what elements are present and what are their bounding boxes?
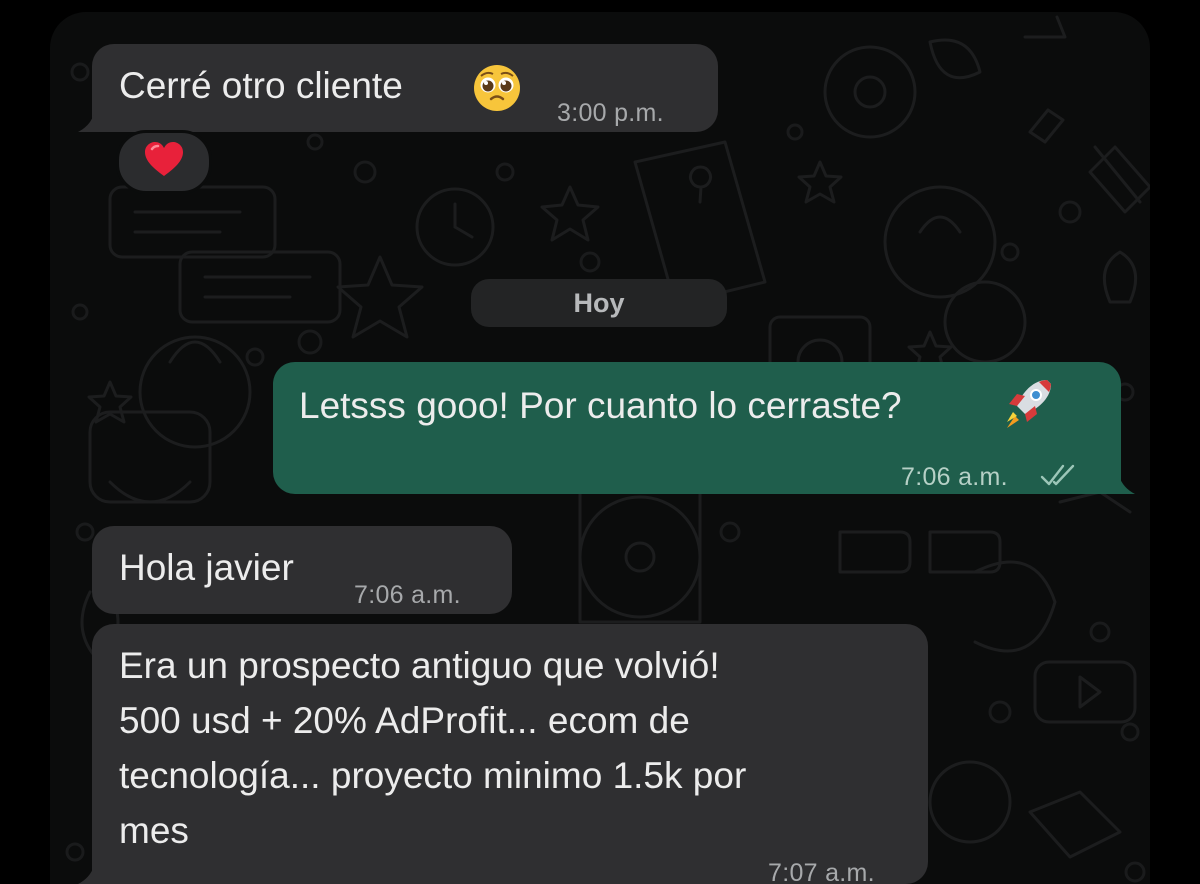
red-heart-icon: [144, 141, 184, 183]
message-timestamp: 7:06 a.m.: [901, 463, 1008, 491]
message-text: Cerré otro cliente: [119, 65, 403, 106]
message-line: 500 usd + 20% AdProfit... ecom de: [119, 700, 690, 741]
bubble-tail: [78, 114, 94, 132]
message-bubble-outgoing[interactable]: Letsss gooo! Por cuanto lo cerraste? 7:0…: [273, 362, 1135, 494]
message-timestamp: 7:06 a.m.: [354, 581, 461, 609]
conversation-view[interactable]: Cerré otro cliente 3:00 p.m. Hoy Letsss …: [50, 12, 1150, 884]
message-timestamp: 7:07 a.m.: [768, 859, 875, 884]
read-double-check-icon: [1039, 448, 1081, 503]
message-line: Era un prospecto antiguo que volvió!: [119, 645, 720, 686]
reaction-badge[interactable]: [116, 130, 212, 194]
message-line: mes: [119, 810, 189, 851]
message-bubble-incoming[interactable]: Era un prospecto antiguo que volvió! 500…: [78, 624, 928, 884]
chat-screen: Cerré otro cliente 3:00 p.m. Hoy Letsss …: [0, 0, 1200, 884]
rocket-emoji-icon: [1001, 376, 1055, 445]
message-text: Letsss gooo! Por cuanto lo cerraste?: [299, 385, 902, 426]
bubble-tail: [1119, 476, 1135, 494]
message-text: Era un prospecto antiguo que volvió! 500…: [119, 638, 746, 858]
message-bubble-incoming[interactable]: Hola javier 7:06 a.m.: [92, 526, 512, 614]
date-separator: Hoy: [471, 279, 727, 327]
message-line: tecnología... proyecto minimo 1.5k por: [119, 755, 747, 796]
pleading-face-emoji-icon: [472, 63, 522, 128]
date-label: Hoy: [573, 287, 625, 318]
bubble-tail: [78, 866, 94, 884]
message-timestamp: 3:00 p.m.: [557, 99, 664, 127]
message-text: Hola javier: [119, 547, 294, 588]
message-bubble-incoming[interactable]: Cerré otro cliente 3:00 p.m.: [78, 44, 718, 132]
